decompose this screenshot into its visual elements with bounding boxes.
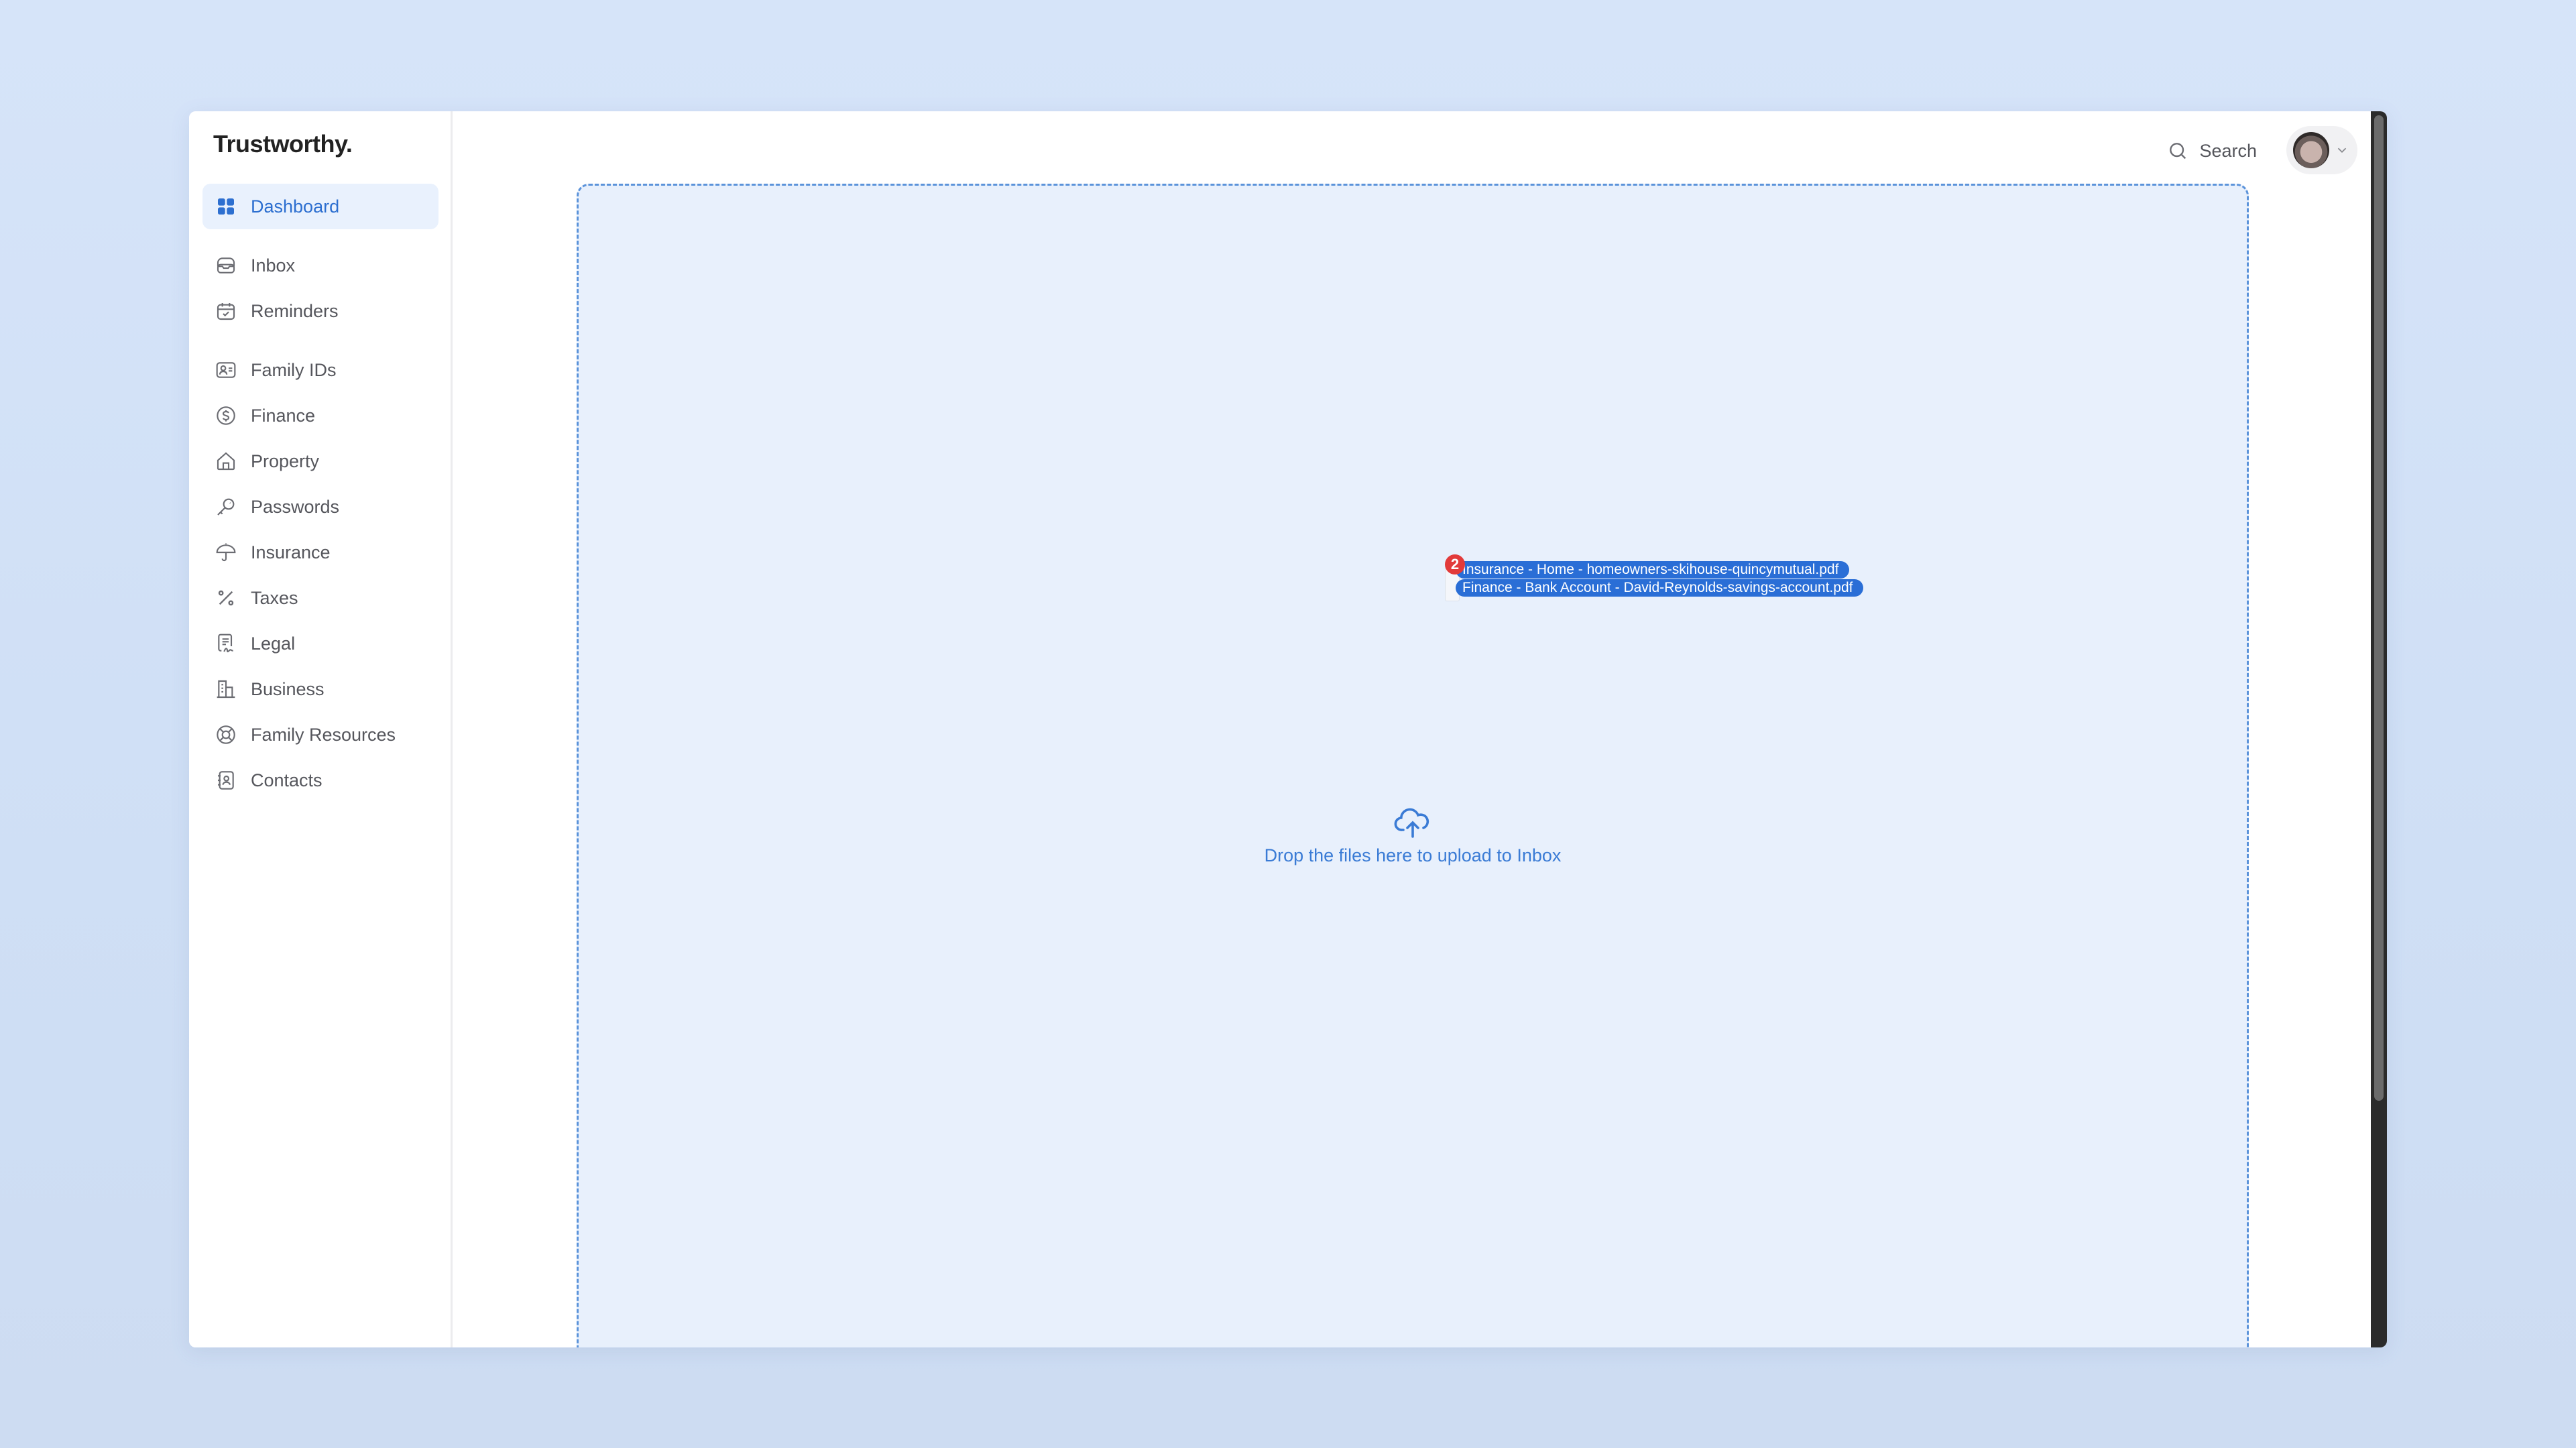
sidebar-item-label: Property [251,450,320,471]
sidebar-item-label: Reminders [251,300,339,321]
cloud-upload-icon [1394,808,1429,838]
sidebar-item-label: Family Resources [251,724,396,745]
sidebar-item-family-resources[interactable]: Family Resources [202,712,438,758]
sidebar-item-finance[interactable]: Finance [202,393,438,438]
main-content: Search Insurance - Home - homeowners-ski… [453,111,2371,1347]
sidebar-item-insurance[interactable]: Insurance [202,530,438,575]
sidebar-item-label: Family IDs [251,359,337,380]
upload-message: Drop the files here to upload to Inbox [1264,845,1562,865]
user-menu[interactable] [2286,126,2357,174]
building-icon [215,678,237,701]
search-label: Search [2199,140,2257,161]
sidebar-item-label: Legal [251,633,296,654]
sidebar-item-contacts[interactable]: Contacts [202,758,438,803]
app-logo[interactable]: Trustworthy. [213,130,353,158]
search-button[interactable]: Search [2167,134,2257,168]
umbrella-icon [215,541,237,564]
sidebar-item-passwords[interactable]: Passwords [202,484,438,530]
upload-dropzone[interactable]: Insurance - Home - homeowners-skihouse-q… [577,184,2249,1347]
dollar-circle-icon [215,404,237,427]
id-card-icon [215,359,237,381]
percent-icon [215,587,237,609]
sidebar-item-business[interactable]: Business [202,666,438,712]
app-window: Trustworthy. Dashboard Inbox Reminders F… [189,111,2387,1347]
sidebar-item-reminders[interactable]: Reminders [202,288,438,334]
search-icon [2170,143,2186,160]
grid-icon [215,195,237,218]
upload-prompt: Drop the files here to upload to Inbox [579,806,2247,866]
sidebar-item-label: Business [251,678,325,699]
sidebar-item-label: Contacts [251,770,323,790]
drag-count-badge: 2 [1445,554,1465,575]
sidebar-item-family-ids[interactable]: Family IDs [202,347,438,393]
sidebar-item-label: Finance [251,405,316,426]
scrollbar-thumb[interactable] [2374,115,2384,1101]
dragged-file: Finance - Bank Account - David-Reynolds-… [1456,579,1864,597]
sidebar-item-label: Insurance [251,542,331,562]
chevron-down-icon [2337,147,2347,154]
calendar-check-icon [215,300,237,322]
contract-icon [215,632,237,655]
dragged-file: Insurance - Home - homeowners-skihouse-q… [1456,561,1850,579]
sidebar-item-property[interactable]: Property [202,438,438,484]
sidebar-item-label: Taxes [251,587,298,608]
sidebar-item-taxes[interactable]: Taxes [202,575,438,621]
home-icon [215,450,237,473]
sidebar-item-label: Inbox [251,255,296,276]
sidebar: Trustworthy. Dashboard Inbox Reminders F… [189,111,453,1347]
sidebar-item-legal[interactable]: Legal [202,621,438,666]
sidebar-item-inbox[interactable]: Inbox [202,243,438,288]
key-icon [215,495,237,518]
address-book-icon [215,769,237,792]
sidebar-item-label: Dashboard [251,196,340,217]
vertical-scrollbar[interactable] [2371,111,2387,1347]
user-avatar [2293,132,2329,168]
sidebar-item-dashboard[interactable]: Dashboard [202,184,438,229]
sidebar-item-label: Passwords [251,496,340,517]
lifebuoy-icon [215,723,237,746]
inbox-icon [215,254,237,277]
